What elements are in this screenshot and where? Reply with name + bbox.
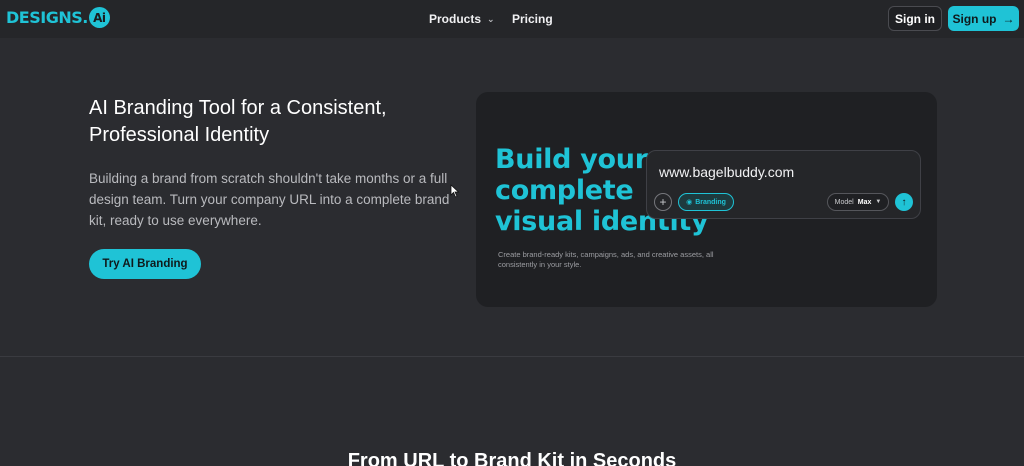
url-prompt-box[interactable]: www.bagelbuddy.com + ◉ Branding Model Ma… <box>646 150 921 219</box>
model-value: Max <box>857 198 872 206</box>
arrow-right-icon: → <box>1002 11 1015 26</box>
branding-chip[interactable]: ◉ Branding <box>678 193 734 211</box>
hero-preview-card: Build your complete visual identity Crea… <box>476 92 937 307</box>
nav-pricing[interactable]: Pricing <box>512 12 553 26</box>
nav-products[interactable]: Products ⌄ <box>429 12 495 26</box>
nav-products-label: Products <box>429 12 482 26</box>
logo-badge: Ai <box>88 7 110 28</box>
chevron-down-icon: ▼ <box>875 199 882 205</box>
try-ai-branding-button[interactable]: Try AI Branding <box>89 249 201 279</box>
nav-pricing-label: Pricing <box>512 12 553 26</box>
signup-label: Sign up <box>952 11 997 26</box>
section-title: From URL to Brand Kit in Seconds <box>347 450 677 466</box>
preview-subtext: Create brand-ready kits, campaigns, ads,… <box>498 250 714 269</box>
model-label: Model <box>834 198 854 206</box>
plus-icon[interactable]: + <box>654 193 672 211</box>
arrow-up-icon[interactable]: ↑ <box>895 193 913 211</box>
signup-button[interactable]: Sign up → <box>948 6 1019 31</box>
logo-text: DESIGNS. <box>6 8 88 27</box>
top-nav: DESIGNS. Ai Products ⌄ Pricing Sign in S… <box>0 0 1024 38</box>
url-input[interactable]: www.bagelbuddy.com <box>659 164 794 180</box>
hero-description: Building a brand from scratch shouldn't … <box>89 171 450 228</box>
hero-title: AI Branding Tool for a Consistent, Profe… <box>89 97 387 146</box>
branding-chip-label: Branding <box>695 198 726 206</box>
signin-button[interactable]: Sign in <box>888 6 942 31</box>
logo[interactable]: DESIGNS. Ai <box>6 7 110 28</box>
mouse-cursor-icon <box>450 184 460 198</box>
chevron-down-icon: ⌄ <box>487 13 495 24</box>
palette-icon: ◉ <box>686 199 693 206</box>
model-select[interactable]: Model Max ▼ <box>827 193 889 211</box>
section-divider <box>0 356 1024 357</box>
